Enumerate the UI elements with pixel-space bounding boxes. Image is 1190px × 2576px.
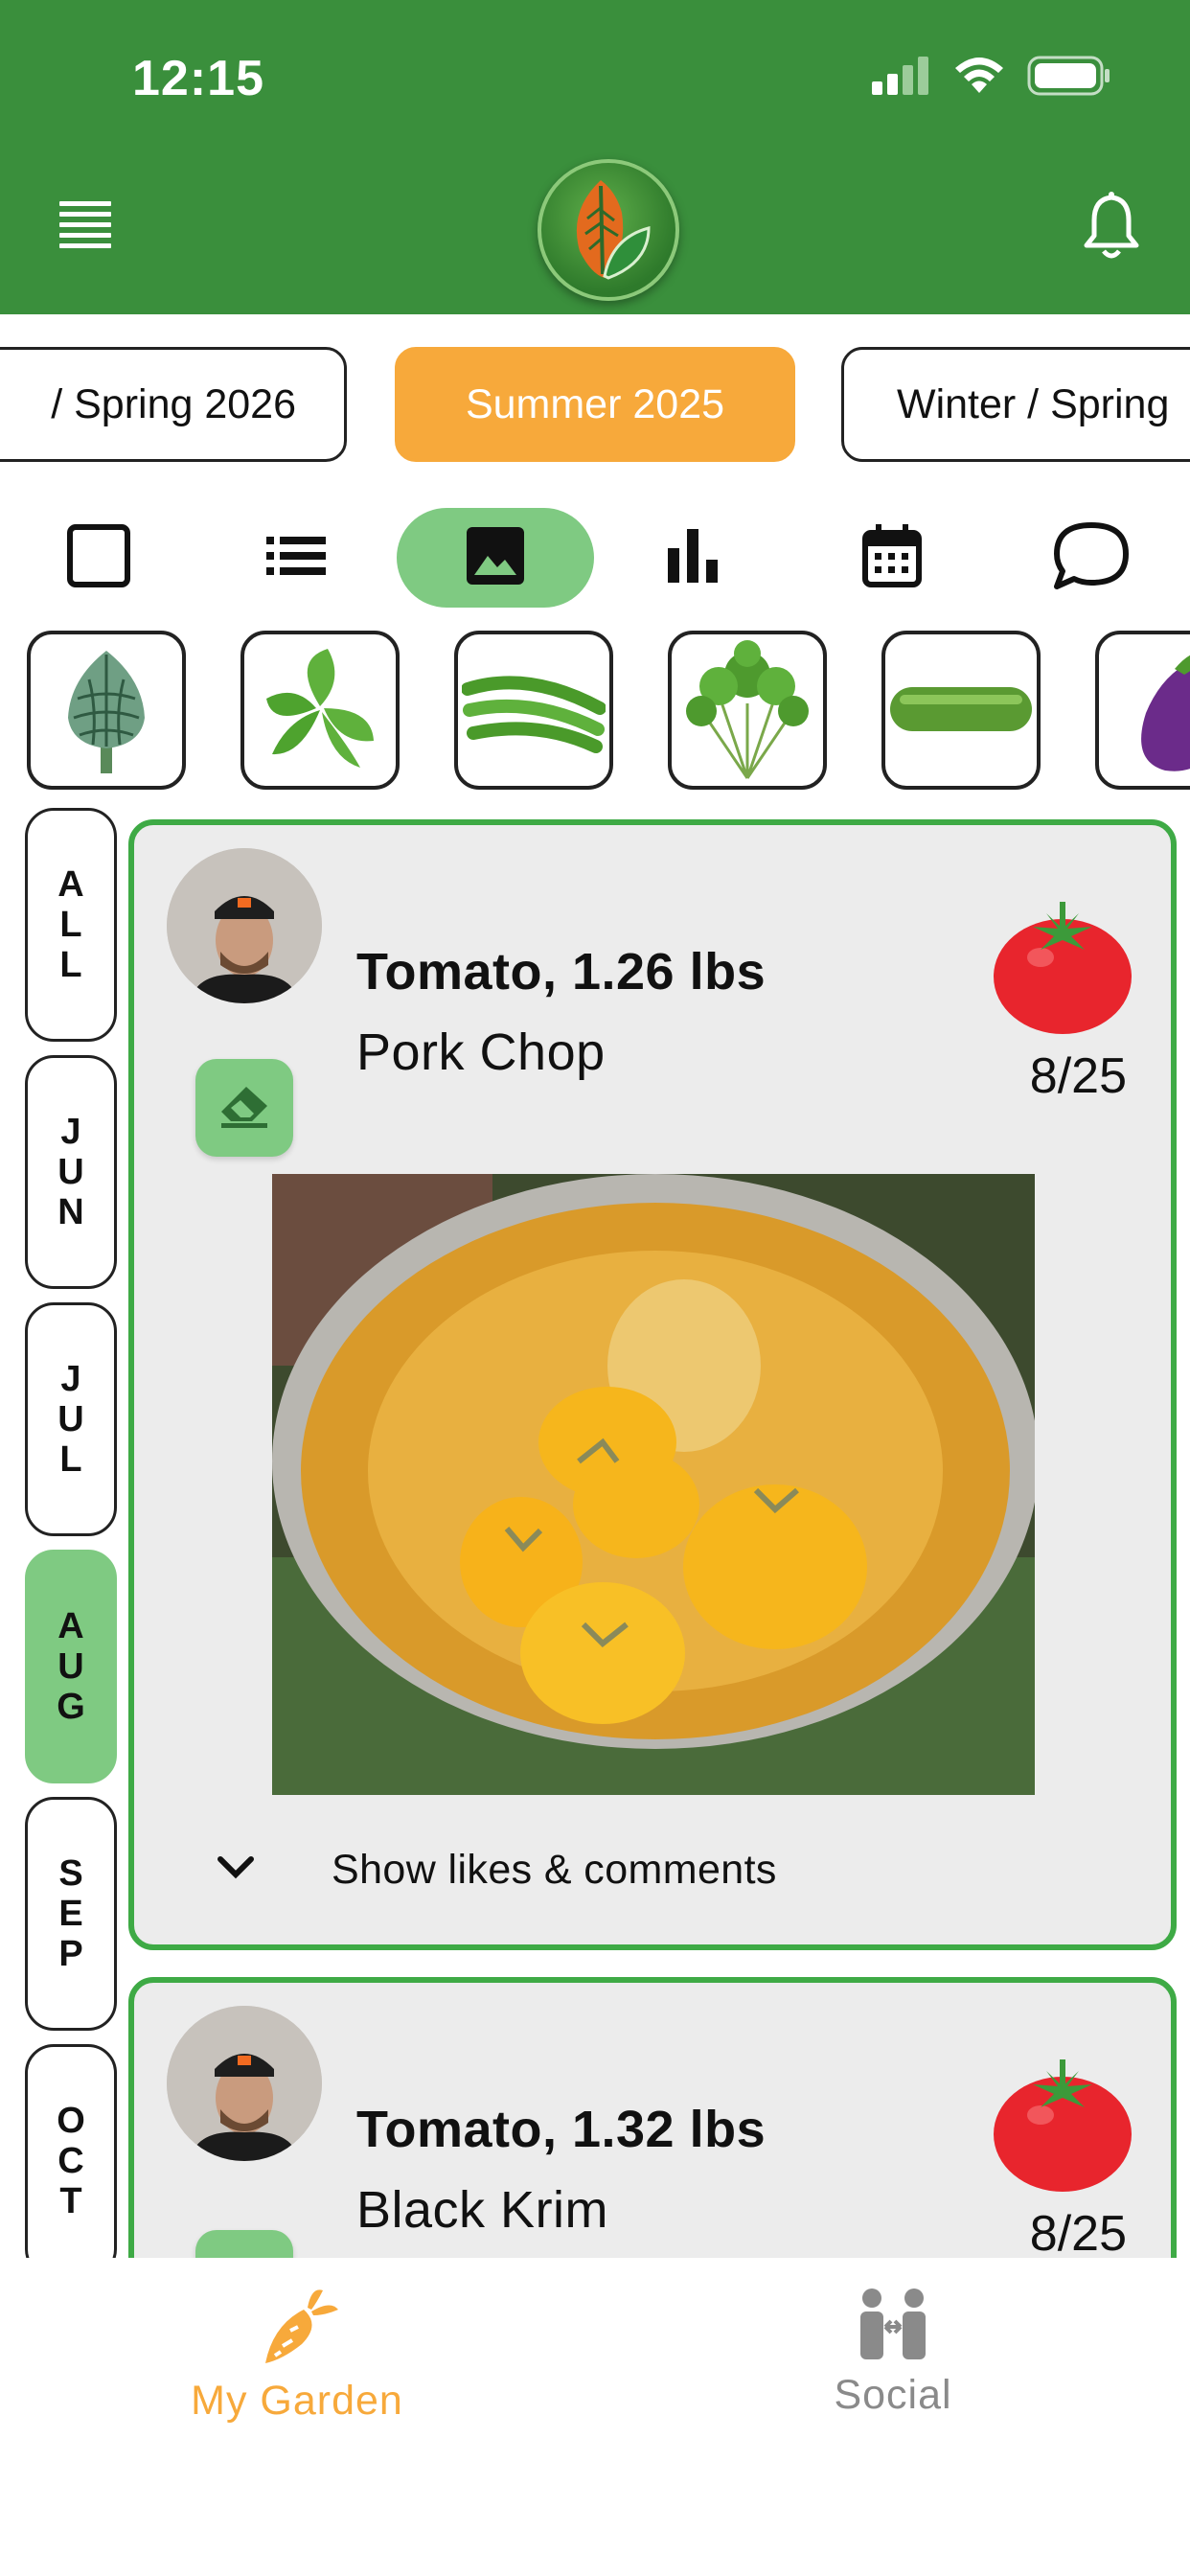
chat-view-button[interactable] [993,508,1190,608]
basil-icon [253,641,387,780]
view-mode-toolbar [0,508,1190,610]
green-beans-icon [461,651,606,770]
app-screen: Tomato, 1.26 lbs Pork Chop 8/25 Show lik… [0,0,1190,2576]
calendar-icon [862,523,922,592]
season-tab[interactable]: / Spring 2026 [0,347,347,462]
green-beans-filter[interactable] [454,631,613,790]
status-icons [872,56,1111,101]
season-tabs: / Spring 2026 Summer 2025 Winter / Sprin… [0,347,1190,466]
people-icon [855,2287,931,2366]
harvest-card[interactable]: Tomato, 1.32 lbs Black Krim 8/25 [128,1977,1177,2258]
eraser-icon [217,1083,271,1134]
chevron-down-icon [215,1853,257,1887]
variety-name: Pork Chop [356,1024,606,1081]
month-tab-jul[interactable]: JUL [25,1302,117,1536]
calendar-view-button[interactable] [793,508,991,608]
harvest-title: Tomato, 1.26 lbs [356,943,767,1000]
month-tab-sep[interactable]: SEP [25,1797,117,2031]
season-tab[interactable]: Winter / Spring [841,347,1190,462]
avatar[interactable] [167,2006,322,2161]
month-tab-aug[interactable]: AUG [25,1550,117,1783]
avatar[interactable] [167,848,322,1003]
month-tab-oct[interactable]: OCT [25,2044,117,2258]
vegetable-filter-row [0,631,1190,792]
harvest-title: Tomato, 1.32 lbs [356,2101,767,2158]
bar-chart-icon [666,528,720,587]
menu-button[interactable] [59,201,111,249]
likes-comments-toggle[interactable]: Show likes & comments [215,1841,777,1898]
carrot-icon [254,2287,340,2372]
harvest-date: 8/25 [1029,1048,1127,1104]
list-view-button[interactable] [197,508,395,608]
list-icon [266,535,326,582]
tab-social-label: Social [834,2372,952,2418]
battery-icon [1027,56,1111,101]
bell-icon[interactable] [1081,192,1142,261]
season-tab-active[interactable]: Summer 2025 [395,347,795,462]
tab-my-garden[interactable]: My Garden [96,2287,498,2425]
harvest-date: 8/25 [1029,2206,1127,2258]
feed-area[interactable]: Tomato, 1.26 lbs Pork Chop 8/25 Show lik… [0,0,1190,2258]
month-tab-jun[interactable]: JUN [25,1055,117,1289]
stats-view-button[interactable] [594,508,791,608]
artichoke-icon [39,641,173,780]
wifi-icon [952,57,1006,100]
basil-filter[interactable] [240,631,400,790]
eggplant-filter[interactable] [1095,631,1190,790]
tab-social[interactable]: Social [692,2287,1094,2419]
app-header: 12:15 [0,0,1190,314]
harvest-card[interactable]: Tomato, 1.26 lbs Pork Chop 8/25 Show lik… [128,819,1177,1950]
variety-name: Black Krim [356,2181,609,2239]
tomato-icon [991,894,1134,1038]
cucumber-icon [886,670,1036,751]
erase-button[interactable] [195,2230,293,2258]
month-tab-all[interactable]: ALL [25,808,117,1042]
status-time: 12:15 [132,51,264,106]
cilantro-icon [680,636,814,785]
likes-comments-label: Show likes & comments [332,1846,777,1893]
cucumber-filter[interactable] [881,631,1041,790]
signal-icon [872,57,931,100]
tomato-icon [991,2052,1134,2196]
artichoke-filter[interactable] [27,631,186,790]
grid-view-button[interactable] [0,508,197,608]
app-logo[interactable] [538,159,679,301]
tab-my-garden-label: My Garden [191,2378,403,2424]
square-icon [66,523,131,593]
erase-button[interactable] [195,1059,293,1157]
cilantro-filter[interactable] [668,631,827,790]
bottom-tab-bar: My Garden Social [0,2258,1190,2576]
image-icon [467,526,524,589]
eggplant-icon [1108,636,1190,785]
chat-bubble-icon [1053,521,1130,595]
harvest-photo[interactable] [272,1174,1035,1795]
photo-view-button[interactable] [397,508,594,608]
